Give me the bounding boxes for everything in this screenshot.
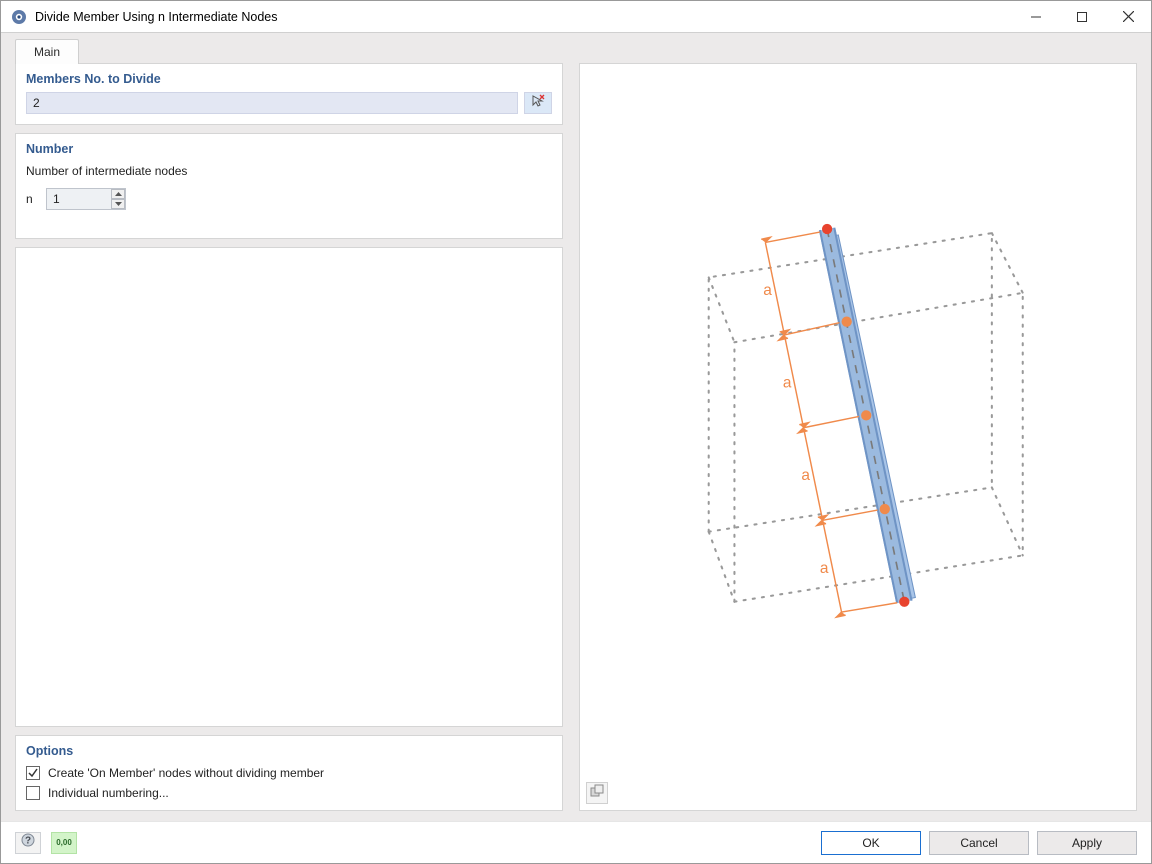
checkbox-icon	[26, 766, 40, 780]
option-individual-numbering[interactable]: Individual numbering...	[26, 786, 552, 800]
maximize-button[interactable]	[1059, 1, 1105, 32]
cancel-button[interactable]: Cancel	[929, 831, 1029, 855]
units-icon: 0,00	[56, 838, 72, 847]
members-panel-title: Members No. to Divide	[26, 72, 552, 86]
tab-main[interactable]: Main	[15, 39, 79, 64]
close-button[interactable]	[1105, 1, 1151, 32]
minimize-button[interactable]	[1013, 1, 1059, 32]
number-sub-label: Number of intermediate nodes	[26, 164, 552, 178]
left-column: Members No. to Divide	[15, 63, 563, 811]
dialog-footer: ? 0,00 OK Cancel Apply	[1, 821, 1151, 863]
checkbox-icon	[26, 786, 40, 800]
model-toggle-icon	[590, 784, 604, 803]
spin-down-button[interactable]	[111, 199, 125, 209]
number-panel-title: Number	[26, 142, 552, 156]
segment-label: a	[763, 282, 772, 299]
members-input[interactable]	[26, 92, 518, 114]
apply-button[interactable]: Apply	[1037, 831, 1137, 855]
svg-text:?: ?	[25, 836, 31, 847]
segment-label: a	[801, 467, 810, 484]
preview-corner-button[interactable]	[586, 782, 608, 804]
help-button[interactable]: ?	[15, 832, 41, 854]
spin-up-button[interactable]	[111, 189, 125, 199]
option-label: Individual numbering...	[48, 786, 169, 800]
option-create-on-member[interactable]: Create 'On Member' nodes without dividin…	[26, 766, 552, 780]
units-button[interactable]: 0,00	[51, 832, 77, 854]
members-panel: Members No. to Divide	[15, 63, 563, 125]
window-title: Divide Member Using n Intermediate Nodes	[35, 10, 277, 24]
segment-label: a	[783, 375, 792, 392]
app-icon	[11, 9, 27, 25]
help-icon: ?	[21, 833, 35, 852]
pick-cursor-icon	[531, 94, 545, 113]
blank-panel	[15, 247, 563, 727]
number-panel: Number Number of intermediate nodes n	[15, 133, 563, 239]
dialog-window: Divide Member Using n Intermediate Nodes…	[0, 0, 1152, 864]
n-prefix-label: n	[26, 192, 40, 206]
options-panel-title: Options	[26, 744, 552, 758]
right-column: a a a a	[579, 63, 1137, 811]
preview-panel: a a a a	[579, 63, 1137, 811]
n-spinner[interactable]	[46, 188, 126, 210]
options-panel: Options Create 'On Member' nodes without…	[15, 735, 563, 811]
pick-members-button[interactable]	[524, 92, 552, 114]
title-bar: Divide Member Using n Intermediate Nodes	[1, 1, 1151, 33]
option-label: Create 'On Member' nodes without dividin…	[48, 766, 324, 780]
preview-illustration: a a a a	[580, 64, 1136, 810]
dialog-body: Main Members No. to Divide	[1, 33, 1151, 863]
content-area: Members No. to Divide	[1, 63, 1151, 821]
segment-label: a	[820, 560, 829, 577]
tabs-row: Main	[1, 33, 1151, 63]
ok-button[interactable]: OK	[821, 831, 921, 855]
